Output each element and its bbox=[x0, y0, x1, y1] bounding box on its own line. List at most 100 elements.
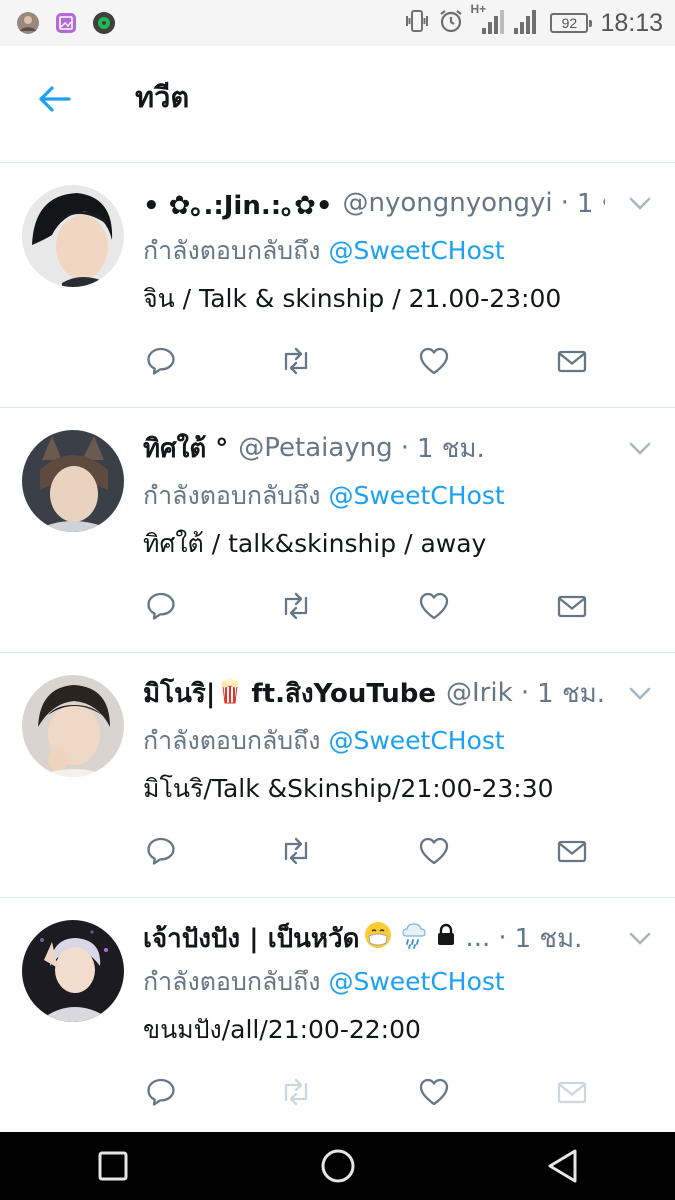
retweet-icon bbox=[284, 837, 308, 865]
status-bar: H+ 92 18:13 bbox=[0, 0, 675, 46]
alarm-icon bbox=[438, 8, 464, 38]
heart-icon bbox=[419, 837, 449, 865]
system-nav-bar bbox=[0, 1132, 675, 1200]
vibrate-icon bbox=[404, 8, 430, 38]
tweet-header: เจ้าปังปัง | เป็นหวัด ... · 1 ชม. bbox=[143, 918, 605, 958]
user-handle[interactable]: ... bbox=[466, 923, 491, 953]
like-button[interactable] bbox=[416, 1074, 452, 1110]
avatar[interactable] bbox=[22, 430, 124, 532]
user-handle[interactable]: @nyongnyongyi bbox=[343, 188, 553, 218]
tweet-actions bbox=[143, 1074, 603, 1114]
chevron-down-icon[interactable] bbox=[627, 683, 653, 703]
tweet-item[interactable]: • ✿｡.:Jin.:｡✿• @nyongnyongyi · 1 ชม. กำล… bbox=[0, 163, 675, 408]
rain-cloud-icon bbox=[399, 920, 429, 957]
share-dm-button[interactable] bbox=[554, 588, 590, 624]
envelope-icon bbox=[557, 840, 587, 863]
separator: · bbox=[400, 433, 409, 463]
retweet-button[interactable] bbox=[278, 833, 314, 869]
reply-mention-link[interactable]: @SweetCHost bbox=[328, 481, 504, 510]
timestamp[interactable]: 1 ชม. bbox=[577, 183, 605, 223]
tweet-text: มิโนริ/Talk &Skinship/21:00-23:30 bbox=[143, 774, 554, 803]
retweet-button[interactable] bbox=[278, 343, 314, 379]
reply-icon bbox=[147, 592, 175, 620]
square-icon bbox=[98, 1151, 127, 1181]
tweet-item[interactable]: ทิศใต้ ° @Petaiayng · 1 ชม. กำลังตอบกลับ… bbox=[0, 408, 675, 653]
display-name[interactable]: มิโนริ| bbox=[143, 673, 215, 713]
reply-icon bbox=[147, 347, 175, 375]
tweet-header: ทิศใต้ ° @Petaiayng · 1 ชม. bbox=[143, 428, 605, 468]
back-button[interactable] bbox=[34, 81, 74, 117]
reply-context: กำลังตอบกลับถึง @SweetCHost bbox=[143, 721, 505, 761]
timestamp[interactable]: 1 ชม. bbox=[417, 428, 485, 468]
retweet-icon bbox=[284, 1078, 308, 1106]
display-name[interactable]: เจ้าปังปัง | เป็นหวัด bbox=[143, 918, 360, 958]
reply-prefix: กำลังตอบกลับถึง bbox=[143, 726, 321, 755]
chevron-down-icon[interactable] bbox=[627, 193, 653, 213]
tweet-actions bbox=[143, 833, 603, 873]
timestamp[interactable]: 1 ชม. bbox=[537, 673, 605, 713]
envelope-icon bbox=[557, 595, 587, 618]
reply-prefix: กำลังตอบกลับถึง bbox=[143, 967, 321, 996]
tweet-actions bbox=[143, 588, 603, 628]
reply-context: กำลังตอบกลับถึง @SweetCHost bbox=[143, 476, 505, 516]
clock: 18:13 bbox=[600, 8, 663, 37]
avatar[interactable] bbox=[22, 185, 124, 287]
tweet-item[interactable]: เจ้าปังปัง | เป็นหวัด ... · 1 ชม. กำลังต… bbox=[0, 898, 675, 1143]
header-divider bbox=[0, 150, 675, 163]
share-dm-button[interactable] bbox=[554, 343, 590, 379]
reply-context: กำลังตอบกลับถึง @SweetCHost bbox=[143, 962, 505, 1002]
retweet-icon bbox=[284, 592, 308, 620]
network-type: H+ bbox=[470, 2, 487, 16]
timestamp[interactable]: 1 ชม. bbox=[515, 918, 583, 958]
like-button[interactable] bbox=[416, 588, 452, 624]
reply-mention-link[interactable]: @SweetCHost bbox=[328, 236, 504, 265]
tweet-item[interactable]: มิโนริ| ft.สิงYouTube @Irik... · 1 ชม. ก… bbox=[0, 653, 675, 898]
back-nav-button[interactable] bbox=[533, 1136, 593, 1196]
share-dm-button[interactable] bbox=[554, 1074, 590, 1110]
reply-mention-link[interactable]: @SweetCHost bbox=[328, 726, 504, 755]
like-button[interactable] bbox=[416, 833, 452, 869]
retweet-button[interactable] bbox=[278, 588, 314, 624]
music-icon bbox=[92, 11, 116, 35]
user-handle[interactable]: @Petaiayng bbox=[238, 433, 392, 463]
signal-icon: H+ bbox=[470, 2, 505, 40]
retweet-button[interactable] bbox=[278, 1074, 314, 1110]
tweet-actions bbox=[143, 343, 603, 383]
display-name[interactable]: • ✿｡.:Jin.:｡✿• bbox=[143, 185, 333, 222]
share-dm-button[interactable] bbox=[554, 833, 590, 869]
heart-icon bbox=[419, 592, 449, 620]
avatar-icon bbox=[16, 11, 40, 35]
battery-indicator: 92 bbox=[550, 13, 593, 33]
separator: · bbox=[560, 188, 569, 218]
reply-button[interactable] bbox=[143, 833, 179, 869]
heart-icon bbox=[419, 347, 449, 375]
popcorn-icon bbox=[218, 676, 242, 711]
retweet-icon bbox=[284, 347, 308, 375]
tweet-header: • ✿｡.:Jin.:｡✿• @nyongnyongyi · 1 ชม. bbox=[143, 183, 605, 223]
circle-icon bbox=[321, 1149, 354, 1183]
tweet-text: จิน / Talk & skinship / 21.00-23:00 bbox=[143, 284, 562, 313]
mask-face-icon bbox=[363, 920, 393, 957]
reply-button[interactable] bbox=[143, 1074, 179, 1110]
avatar[interactable] bbox=[22, 675, 124, 777]
user-handle[interactable]: @Irik... bbox=[446, 678, 513, 708]
reply-mention-link[interactable]: @SweetCHost bbox=[328, 967, 504, 996]
avatar[interactable] bbox=[22, 920, 124, 1022]
display-name[interactable]: ทิศใต้ ° bbox=[143, 428, 228, 468]
recents-button[interactable] bbox=[83, 1136, 143, 1196]
envelope-icon bbox=[557, 350, 587, 373]
separator: · bbox=[498, 923, 507, 953]
page-title: ทวีต bbox=[135, 80, 190, 114]
reply-button[interactable] bbox=[143, 343, 179, 379]
like-button[interactable] bbox=[416, 343, 452, 379]
chevron-down-icon[interactable] bbox=[627, 928, 653, 948]
home-button[interactable] bbox=[308, 1136, 368, 1196]
reply-button[interactable] bbox=[143, 588, 179, 624]
reply-context: กำลังตอบกลับถึง @SweetCHost bbox=[143, 231, 505, 271]
chevron-down-icon[interactable] bbox=[627, 438, 653, 458]
gallery-icon bbox=[54, 11, 78, 35]
lock-icon bbox=[435, 922, 457, 955]
display-name-suffix[interactable]: ft.สิงYouTube bbox=[251, 673, 436, 713]
tweet-text: ทิศใต้ / talk&skinship / away bbox=[143, 529, 487, 558]
envelope-icon bbox=[557, 1081, 587, 1104]
